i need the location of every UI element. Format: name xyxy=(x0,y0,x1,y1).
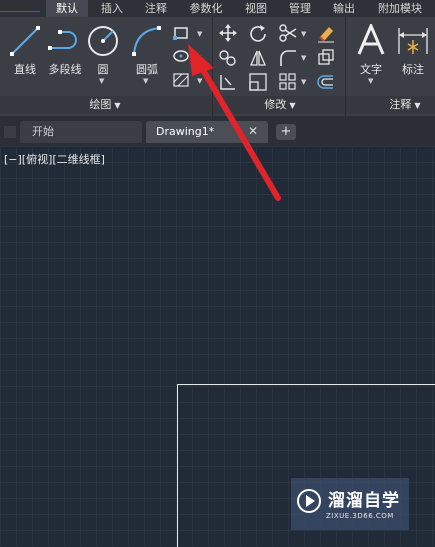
ribbon-tab-annotate[interactable]: 注释 xyxy=(136,0,176,17)
ribbon-tab-parametric[interactable]: 参数化 xyxy=(180,0,232,17)
red-pointer-arrow-icon xyxy=(188,44,281,201)
text-tool-label: 文字 xyxy=(360,63,382,76)
explode-tool-button[interactable] xyxy=(316,48,336,68)
chevron-down-icon: ▼ xyxy=(289,101,296,110)
watermark-url: ZIXUE.3D66.COM xyxy=(326,512,394,520)
explode-icon xyxy=(318,49,334,65)
chevron-down-icon: ▼ xyxy=(114,101,121,110)
dimension-icon xyxy=(398,28,428,54)
polyline-tool-button[interactable] xyxy=(46,24,82,58)
ribbon-tab-manage[interactable]: 管理 xyxy=(280,0,320,17)
line-icon xyxy=(10,26,40,56)
watermark-title: 溜溜自学 xyxy=(328,491,400,511)
circle-dropdown-caret-icon[interactable]: ▼ xyxy=(99,77,104,85)
circle-icon xyxy=(88,26,118,56)
circle-tool-label: 圆 xyxy=(97,63,109,76)
line-tool-label: 直线 xyxy=(14,63,36,76)
erase-tool-button[interactable] xyxy=(316,23,336,43)
ribbon-tab-addins[interactable]: 附加模块 xyxy=(368,0,432,17)
text-dropdown-caret-icon[interactable]: ▼ xyxy=(368,77,373,85)
polyline-tool-label: 多段线 xyxy=(48,63,82,76)
ribbon-tab-home[interactable]: 默认 xyxy=(46,0,88,17)
watermark-play-logo-icon xyxy=(297,489,321,513)
circle-tool-button[interactable] xyxy=(86,24,120,58)
ribbon-tab-output[interactable]: 输出 xyxy=(324,0,364,17)
offset-tool-button[interactable] xyxy=(316,72,336,92)
dimension-tool-label: 标注 xyxy=(402,63,424,76)
eraser-icon xyxy=(318,27,334,43)
tab-menu-icon[interactable] xyxy=(4,126,16,138)
offset-icon xyxy=(317,75,333,89)
arc-icon xyxy=(132,26,161,56)
chevron-down-icon: ▼ xyxy=(414,101,421,110)
arc-dropdown-caret-icon[interactable]: ▼ xyxy=(143,77,148,85)
arc-tool-button[interactable] xyxy=(128,24,164,58)
polyline-icon xyxy=(48,30,77,50)
line-tool-button[interactable] xyxy=(8,24,42,58)
array-dropdown-caret-icon[interactable]: ▼ xyxy=(301,78,306,86)
fillet-dropdown-caret-icon[interactable]: ▼ xyxy=(301,54,306,62)
ribbon-tab-insert[interactable]: 插入 xyxy=(90,0,134,17)
application-menu-button[interactable] xyxy=(0,0,40,12)
dimension-tool-button[interactable] xyxy=(396,26,430,56)
text-icon xyxy=(357,24,385,55)
arc-tool-label: 圆弧 xyxy=(136,63,158,76)
viewport-controls-label[interactable]: [−][俯视][二维线框] xyxy=(4,151,105,167)
draw-panel-title: 绘图 ▼ xyxy=(89,98,121,111)
ribbon-tab-view[interactable]: 视图 xyxy=(236,0,276,17)
text-tool-button[interactable] xyxy=(356,24,386,56)
annotation-panel-title: 注释 ▼ xyxy=(389,98,421,111)
tab-start[interactable]: 开始 xyxy=(20,121,142,143)
trim-dropdown-caret-icon[interactable]: ▼ xyxy=(301,30,306,38)
